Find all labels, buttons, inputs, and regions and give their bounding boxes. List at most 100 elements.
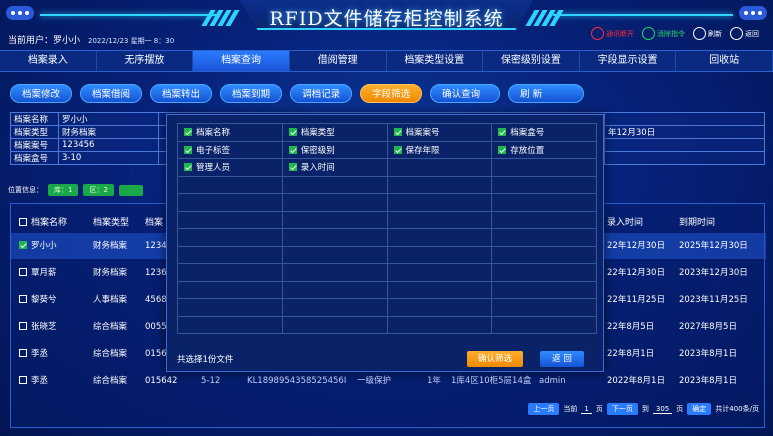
nav-item[interactable]: 回收站 [676,51,773,71]
prev-page-button[interactable]: 上一页 [528,403,560,415]
toolbar-button[interactable]: 调档记录 [290,84,353,103]
nav-item[interactable]: 保密级别设置 [483,51,580,71]
cell-type: 综合档案 [93,376,128,386]
grid-row: 管理人员 录入时间 [177,158,597,177]
row-checkbox[interactable] [19,260,31,286]
field-option[interactable]: 存放位置 [491,140,597,159]
nav-item[interactable]: 档案查询 [193,51,290,71]
field-option[interactable]: 保密级别 [281,140,388,159]
checkbox-icon[interactable] [19,268,27,276]
detail-cell [604,112,765,126]
row-checkbox[interactable] [19,341,31,367]
checkbox-icon[interactable] [393,128,402,137]
next-page-button[interactable]: 下一页 [606,403,638,415]
nav-item[interactable]: 无序摆放 [97,51,194,71]
toolbar-button[interactable]: 档案修改 [10,84,73,103]
row-checkbox[interactable] [19,233,31,259]
detail-cell [604,138,765,152]
field-option[interactable]: 档案盒号 [491,123,597,142]
toolbar-button[interactable]: 档案到期 [220,84,283,103]
row-checkbox[interactable] [19,368,31,394]
detail-value: 财务档案 [58,125,159,139]
current-page: 1 [581,405,592,414]
field-option[interactable]: 电子标签 [177,140,283,159]
checkbox-icon[interactable] [19,349,27,357]
detail-key: 档案盒号 [10,151,59,165]
checkbox-icon[interactable] [184,163,192,172]
field-option-label: 电子标签 [196,145,231,156]
cell-entry: 2022年8月1日 [607,376,665,386]
grid-cell [281,210,388,229]
header-actions: 通讯断开 消除指令 刷新 返回 [591,27,759,40]
checkbox-icon[interactable] [498,145,507,154]
toolbar-button[interactable]: 刷 新 [508,84,585,103]
row-checkbox[interactable] [19,287,31,313]
header-action-2[interactable]: 刷新 [693,27,722,40]
nav-item[interactable]: 档案录入 [0,51,97,71]
checkbox-icon[interactable] [19,376,27,384]
field-option[interactable]: 录入时间 [281,158,388,177]
back-button[interactable]: 返 回 [540,351,584,367]
grid-cell [386,280,493,299]
grid-cell [177,228,283,247]
cell-entry: 22年12月30日 [607,268,665,278]
field-option[interactable]: 保存年限 [386,140,493,159]
checkbox-icon[interactable] [498,128,507,137]
position-info: 位置信息： 库：1 区：2 [8,184,143,196]
goto-confirm-button[interactable]: 确定 [687,403,712,415]
grid-cell [386,298,493,317]
grid-cell [386,245,493,264]
field-option[interactable]: 档案类型 [281,123,388,142]
nav-item[interactable]: 档案类型设置 [387,51,484,71]
header-action-0[interactable]: 通讯断开 [591,27,634,40]
grid-row [177,210,597,229]
field-option-label: 保存年限 [405,145,440,156]
position-tag-more [118,184,143,196]
field-option[interactable]: 档案案号 [386,123,493,142]
cell-name: 张晓芝 [31,322,57,332]
grid-cell [386,315,493,334]
grid-cell [177,315,283,334]
grid-cell [281,263,388,282]
checkbox-icon[interactable] [19,322,27,330]
detail-cell [604,151,765,165]
checkbox-icon[interactable] [288,145,297,154]
confirm-filter-button[interactable]: 确认筛选 [467,351,523,367]
header-action-1[interactable]: 消除指令 [642,27,685,40]
goto-page-input[interactable]: 305 [652,405,673,414]
checkbox-icon[interactable] [184,145,192,154]
toolbar-button[interactable]: 确认查询 [430,84,501,103]
header-action-3[interactable]: 返回 [730,27,759,40]
cell-entry: 22年11月25日 [607,295,665,305]
main-nav: 档案录入 无序摆放 档案查询 借阅管理 档案类型设置 保密级别设置 字段显示设置 回收站 [0,50,773,72]
position-tag-warehouse: 库：1 [48,184,79,196]
grid-cell [491,280,597,299]
checkbox-icon[interactable] [19,241,27,249]
grid-row [177,315,597,334]
field-option[interactable]: 档案名称 [177,123,283,142]
checkbox-icon[interactable] [288,163,297,172]
cell-name: 黎葵兮 [31,295,57,305]
grid-cell [491,158,597,177]
nav-item[interactable]: 字段显示设置 [580,51,677,71]
detail-value: 3-10 [58,151,159,165]
field-option-label: 档案案号 [405,128,440,139]
checkbox-icon[interactable] [19,218,27,226]
nav-item[interactable]: 借阅管理 [290,51,387,71]
grid-cell [177,263,283,282]
toolbar-button[interactable]: 档案借阅 [80,84,143,103]
checkbox-icon[interactable] [288,128,297,137]
window-dots-left-icon[interactable] [6,6,34,20]
row-checkbox[interactable] [19,314,31,340]
toolbar-button[interactable]: 字段筛选 [360,84,423,103]
checkbox-icon[interactable] [184,128,192,137]
header-action-label: 通讯断开 [606,29,634,38]
cell-type: 综合档案 [93,349,128,359]
window-dots-right-icon[interactable] [739,6,767,20]
grid-cell [281,228,388,247]
checkbox-icon[interactable] [393,145,402,154]
cell-name: 覃月薪 [31,268,57,278]
field-option[interactable]: 管理人员 [177,158,283,177]
toolbar-button[interactable]: 档案转出 [150,84,213,103]
checkbox-icon[interactable] [19,295,27,303]
